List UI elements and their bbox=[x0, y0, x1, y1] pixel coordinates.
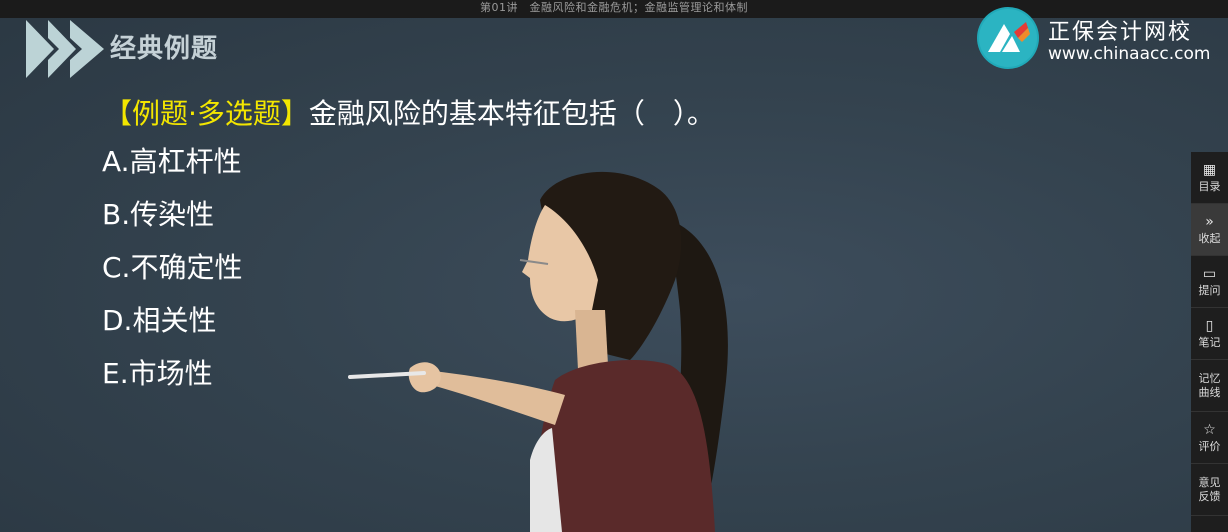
question-type-tag: 【例题·多选题】 bbox=[104, 97, 309, 130]
option-c: C.不确定性 bbox=[102, 251, 243, 284]
sidebar-item-memory-curve[interactable]: 记忆曲线 bbox=[1191, 360, 1228, 412]
sidebar-item-notes[interactable]: ▯ 笔记 bbox=[1191, 308, 1228, 360]
brand-name: 正保会计网校 bbox=[1048, 20, 1193, 45]
section-title: 经典例题 bbox=[110, 34, 219, 64]
option-a: A.高杠杆性 bbox=[102, 145, 242, 178]
brand-url: www.chinaacc.com bbox=[1048, 44, 1211, 64]
sidebar-item-collapse[interactable]: » 收起 bbox=[1191, 204, 1228, 256]
grid-icon: ▦ bbox=[1202, 161, 1217, 178]
question-text: 金融风险的基本特征包括（ ）。 bbox=[308, 97, 715, 130]
option-e: E.市场性 bbox=[102, 357, 213, 390]
player-sidebar: ▦ 目录 » 收起 ▭ 提问 ▯ 笔记 记忆曲线 ☆ 评价 意见反馈 bbox=[1191, 152, 1228, 532]
sidebar-item-rating[interactable]: ☆ 评价 bbox=[1191, 412, 1228, 464]
video-title-bar: 第01讲 金融风险和金融危机；金融监管理论和体制 bbox=[0, 0, 1228, 18]
chevron-arrows-icon bbox=[26, 20, 104, 78]
option-d: D.相关性 bbox=[102, 304, 217, 337]
chat-icon: ▭ bbox=[1202, 265, 1217, 282]
video-title: 第01讲 金融风险和金融危机；金融监管理论和体制 bbox=[480, 1, 748, 14]
lecturer-figure bbox=[348, 171, 728, 532]
sidebar-item-catalog[interactable]: ▦ 目录 bbox=[1191, 152, 1228, 204]
chinaacc-logo-icon bbox=[977, 7, 1039, 69]
star-icon: ☆ bbox=[1203, 421, 1216, 438]
note-icon: ▯ bbox=[1205, 317, 1214, 334]
option-b: B.传染性 bbox=[102, 198, 215, 231]
video-stage: 第01讲 金融风险和金融危机；金融监管理论和体制 经典例题 正保会计网校 www… bbox=[0, 0, 1228, 532]
question-stem: 【例题·多选题】金融风险的基本特征包括（ ）。 bbox=[104, 92, 715, 132]
option-list: A.高杠杆性 B.传染性 C.不确定性 D.相关性 E.市场性 bbox=[102, 142, 242, 407]
sidebar-item-feedback[interactable]: 意见反馈 bbox=[1191, 464, 1228, 516]
sidebar-item-ask[interactable]: ▭ 提问 bbox=[1191, 256, 1228, 308]
double-chevron-icon: » bbox=[1205, 213, 1214, 230]
